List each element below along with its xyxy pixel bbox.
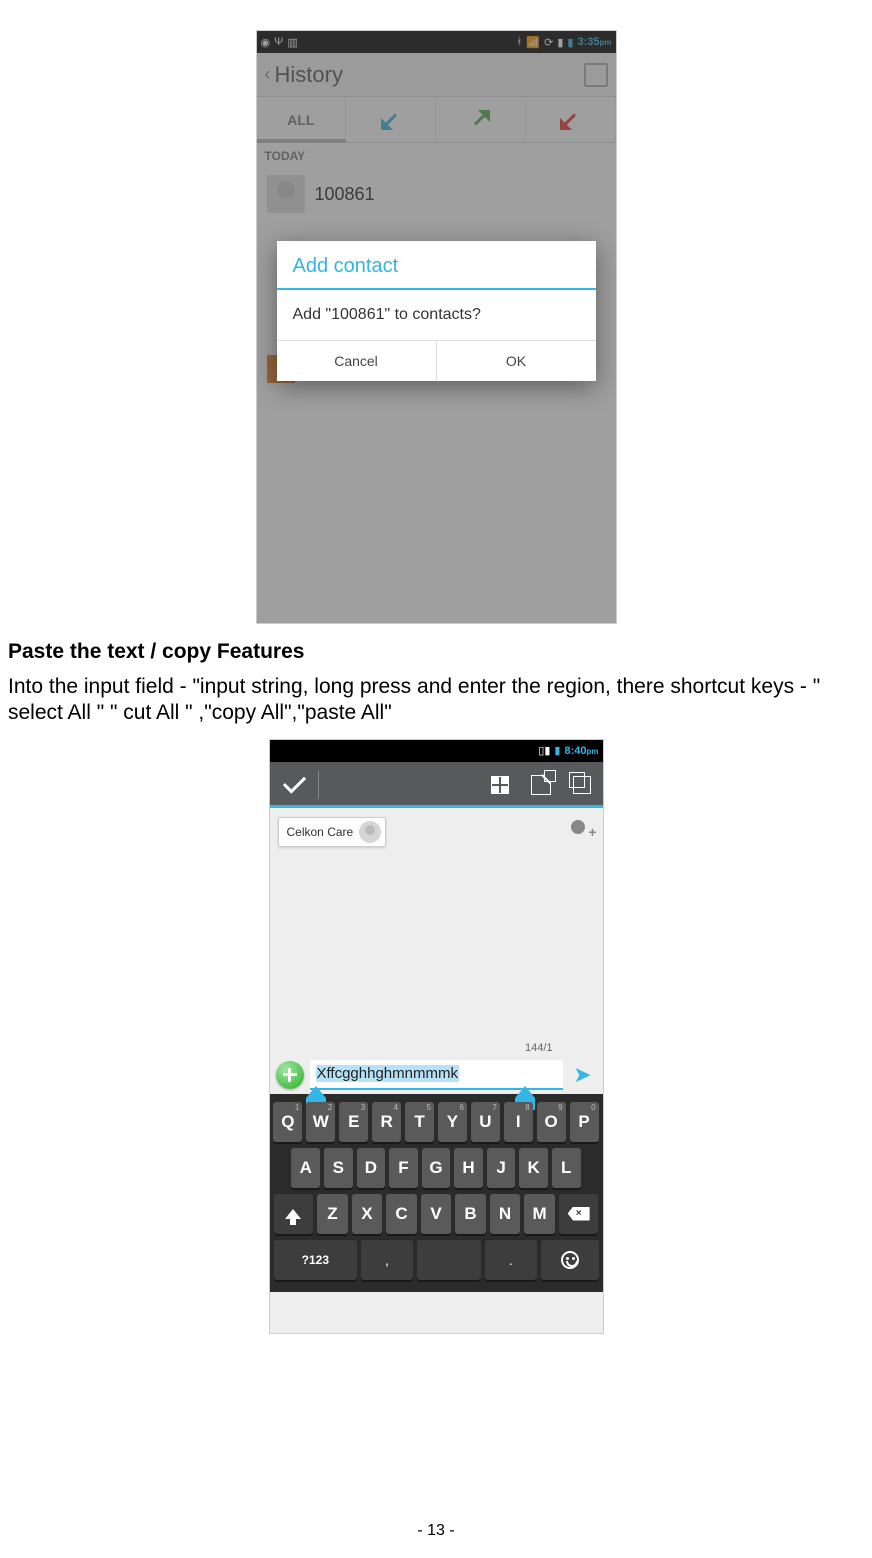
compose-recipient-bar: Celkon Care bbox=[270, 808, 603, 856]
character-counter: 144/1 bbox=[525, 1042, 553, 1054]
key-v[interactable]: V bbox=[421, 1194, 452, 1234]
dialog-message: Add "100861" to contacts? bbox=[277, 290, 596, 340]
dialog-title: Add contact bbox=[277, 241, 596, 288]
message-input[interactable]: Xffcgghhghmnmmmk bbox=[310, 1060, 563, 1090]
selected-text: Xffcgghhghmnmmmk bbox=[316, 1065, 459, 1082]
battery-icon: ▮ bbox=[554, 744, 560, 757]
key-w[interactable]: W2 bbox=[306, 1102, 335, 1142]
section-paragraph: Into the input field - "input string, lo… bbox=[0, 674, 872, 737]
key-k[interactable]: K bbox=[519, 1148, 548, 1188]
keyboard-row-2: ASDFGHJKL bbox=[274, 1148, 599, 1188]
screenshot-history-dialog: ◉ Ψ ▥ ᚼ 📶 ⟳ ▮ ▮ 3:35pm ‹ History ALL TOD… bbox=[256, 30, 617, 624]
shift-icon bbox=[285, 1209, 301, 1219]
key-z[interactable]: Z bbox=[317, 1194, 348, 1234]
done-icon[interactable] bbox=[282, 774, 304, 796]
key-m[interactable]: M bbox=[524, 1194, 555, 1234]
key-p[interactable]: P0 bbox=[570, 1102, 599, 1142]
status-time: 8:40pm bbox=[564, 745, 598, 757]
key-t[interactable]: T5 bbox=[405, 1102, 434, 1142]
key-s[interactable]: S bbox=[324, 1148, 353, 1188]
text-selection-toolbar bbox=[270, 762, 603, 808]
shift-key[interactable] bbox=[274, 1194, 314, 1234]
key-f[interactable]: F bbox=[389, 1148, 418, 1188]
toolbar-divider bbox=[318, 771, 319, 799]
send-button[interactable]: ➤ bbox=[569, 1061, 597, 1089]
attach-button[interactable] bbox=[276, 1061, 304, 1089]
key-y[interactable]: Y6 bbox=[438, 1102, 467, 1142]
key-i[interactable]: I8 bbox=[504, 1102, 533, 1142]
key-g[interactable]: G bbox=[422, 1148, 451, 1188]
add-recipient-icon[interactable] bbox=[567, 818, 595, 846]
key-n[interactable]: N bbox=[490, 1194, 521, 1234]
symbols-key[interactable]: ?123 bbox=[274, 1240, 358, 1280]
keyboard-row-1: Q1W2E3R4T5Y6U7I8O9P0 bbox=[274, 1102, 599, 1142]
key-r[interactable]: R4 bbox=[372, 1102, 401, 1142]
backspace-key[interactable]: × bbox=[559, 1194, 599, 1234]
cancel-button[interactable]: Cancel bbox=[277, 341, 436, 381]
recipient-name: Celkon Care bbox=[287, 825, 354, 839]
keyboard-row-3: ZXCVBNM × bbox=[274, 1194, 599, 1234]
key-j[interactable]: J bbox=[487, 1148, 516, 1188]
copy-icon[interactable] bbox=[573, 776, 591, 794]
space-key[interactable] bbox=[417, 1240, 481, 1280]
key-b[interactable]: B bbox=[455, 1194, 486, 1234]
emoji-key[interactable] bbox=[541, 1240, 599, 1280]
recipient-chip[interactable]: Celkon Care bbox=[278, 817, 387, 847]
ok-button[interactable]: OK bbox=[436, 341, 596, 381]
soft-keyboard: Q1W2E3R4T5Y6U7I8O9P0 ASDFGHJKL ZXCVBNM ×… bbox=[270, 1094, 603, 1292]
contact-avatar-icon bbox=[359, 821, 381, 843]
status-bar: ▯▮ ▮ 8:40pm bbox=[270, 740, 603, 762]
key-e[interactable]: E3 bbox=[339, 1102, 368, 1142]
section-heading: Paste the text / copy Features bbox=[0, 636, 872, 674]
key-a[interactable]: A bbox=[291, 1148, 320, 1188]
key-q[interactable]: Q1 bbox=[273, 1102, 302, 1142]
key-u[interactable]: U7 bbox=[471, 1102, 500, 1142]
key-l[interactable]: L bbox=[552, 1148, 581, 1188]
keyboard-row-4: ?123 , . bbox=[274, 1240, 599, 1280]
key-o[interactable]: O9 bbox=[537, 1102, 566, 1142]
message-thread-area bbox=[270, 856, 603, 1056]
key-x[interactable]: X bbox=[352, 1194, 383, 1234]
period-key[interactable]: . bbox=[485, 1240, 537, 1280]
backspace-icon: × bbox=[568, 1207, 590, 1221]
screenshot-messaging-keyboard: ▯▮ ▮ 8:40pm Celkon Care 144/1 Xffcgghhgh… bbox=[269, 739, 604, 1334]
page-number: - 13 - bbox=[0, 1522, 872, 1540]
comma-key[interactable]: , bbox=[361, 1240, 413, 1280]
select-all-icon[interactable] bbox=[491, 776, 509, 794]
emoji-icon bbox=[561, 1251, 579, 1269]
signal-icon: ▯▮ bbox=[538, 744, 550, 757]
key-h[interactable]: H bbox=[454, 1148, 483, 1188]
cut-icon[interactable] bbox=[531, 775, 551, 795]
message-input-row: 144/1 Xffcgghhghmnmmmk ➤ bbox=[270, 1056, 603, 1094]
key-d[interactable]: D bbox=[357, 1148, 386, 1188]
key-c[interactable]: C bbox=[386, 1194, 417, 1234]
add-contact-dialog: Add contact Add "100861" to contacts? Ca… bbox=[277, 241, 596, 381]
